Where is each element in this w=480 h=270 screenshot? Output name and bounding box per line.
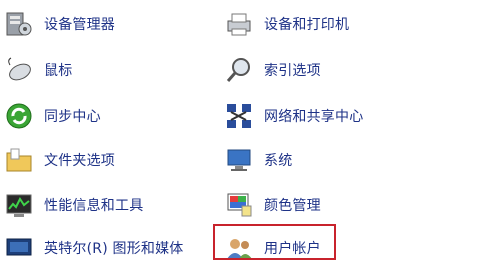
folder-options-link[interactable]: 文件夹选项: [4, 138, 204, 182]
system-icon: [224, 145, 254, 175]
intel-graphics-link[interactable]: 英特尔(R) 图形和媒体: [4, 226, 204, 270]
device-manager-label: 设备管理器: [44, 17, 115, 33]
printer-icon: [224, 9, 254, 39]
color-management-link[interactable]: 颜色管理: [224, 183, 464, 227]
sync-center-link[interactable]: 同步中心: [4, 94, 204, 138]
device-manager-link[interactable]: 设备管理器: [4, 2, 204, 46]
network-sharing-label: 网络和共享中心: [264, 109, 364, 125]
sync-center-label: 同步中心: [44, 109, 101, 125]
devices-printers-label: 设备和打印机: [264, 17, 350, 33]
mouse-icon: [4, 55, 34, 85]
color-management-label: 颜色管理: [264, 198, 321, 214]
performance-label: 性能信息和工具: [44, 198, 144, 214]
devices-printers-link[interactable]: 设备和打印机: [224, 2, 464, 46]
folder-options-label: 文件夹选项: [44, 153, 115, 169]
intel-graphics-icon: [4, 233, 34, 263]
performance-icon: [4, 190, 34, 220]
user-accounts-label: 用户帐户: [264, 241, 321, 257]
system-link[interactable]: 系统: [224, 138, 464, 182]
mouse-link[interactable]: 鼠标: [4, 48, 204, 92]
performance-link[interactable]: 性能信息和工具: [4, 183, 204, 227]
system-label: 系统: [264, 153, 293, 169]
network-icon: [224, 101, 254, 131]
indexing-options-link[interactable]: 索引选项: [224, 48, 464, 92]
folder-options-icon: [4, 145, 34, 175]
color-management-icon: [224, 190, 254, 220]
network-sharing-link[interactable]: 网络和共享中心: [224, 94, 464, 138]
device-manager-icon: [4, 9, 34, 39]
indexing-icon: [224, 55, 254, 85]
user-accounts-icon: [224, 233, 254, 263]
user-accounts-link[interactable]: 用户帐户: [224, 226, 464, 270]
sync-center-icon: [4, 101, 34, 131]
indexing-options-label: 索引选项: [264, 63, 321, 79]
mouse-label: 鼠标: [44, 63, 73, 79]
intel-graphics-label: 英特尔(R) 图形和媒体: [44, 241, 184, 257]
